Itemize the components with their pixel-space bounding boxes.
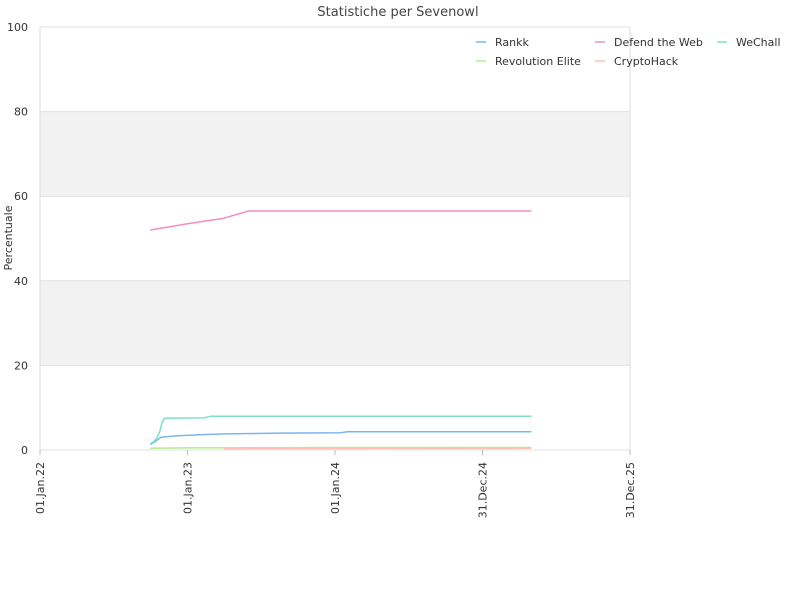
plot-area — [40, 27, 630, 450]
y-axis-label: Percentuale — [2, 205, 15, 270]
x-tick-label: 31.Dec.25 — [624, 462, 637, 518]
y-tick-label: 80 — [14, 106, 28, 119]
plot-background — [39, 26, 631, 451]
y-tick-label: 20 — [14, 359, 28, 372]
x-tick-label: 01.Jan.23 — [182, 462, 195, 514]
x-tick-label: 01.Jan.22 — [34, 462, 47, 514]
y-tick-label: 40 — [14, 275, 28, 288]
chart: Statistiche per Sevenowl 0 20 40 60 80 100 01… — [2, 5, 781, 518]
legend-item: Rankk — [495, 36, 529, 49]
plot-band — [40, 111, 630, 197]
x-tick-label: 01.Jan.24 — [329, 462, 342, 514]
legend-item: CryptoHack — [614, 55, 679, 68]
x-axis-ticks: 01.Jan.22 01.Jan.23 01.Jan.24 31.Dec.24 31.D… — [34, 450, 637, 518]
x-tick-label: 31.Dec.24 — [477, 462, 490, 518]
y-tick-label: 100 — [7, 21, 28, 34]
y-tick-label: 60 — [14, 190, 28, 203]
chart-title: Statistiche per Sevenowl — [317, 5, 478, 20]
plot-band — [40, 280, 630, 366]
legend-item: Defend the Web — [614, 36, 703, 49]
legend-item: WeChall — [736, 36, 781, 49]
y-tick-label: 0 — [21, 444, 28, 457]
legend-item: Revolution Elite — [495, 55, 581, 68]
